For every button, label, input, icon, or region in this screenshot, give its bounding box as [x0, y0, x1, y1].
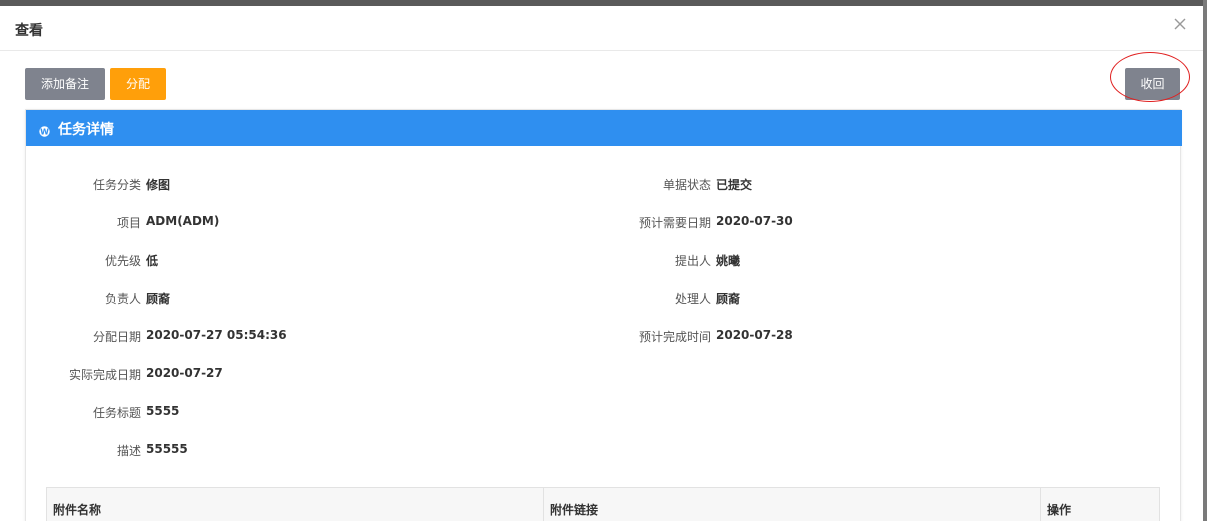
field-value-assign-date: 2020-07-27 05:54:36: [146, 328, 287, 342]
field-value-status: 已提交: [716, 178, 753, 192]
field-value-task-title: 5555: [146, 404, 180, 418]
field-value-description: 55555: [146, 442, 188, 456]
panel-header: W 任务详情: [26, 110, 1182, 146]
field-label-expected-date: 预计需要日期: [638, 216, 711, 230]
field-value-category: 修图: [146, 178, 171, 192]
close-icon[interactable]: [1170, 14, 1190, 34]
field-label-project: 项目: [116, 216, 141, 230]
field-label-expected-finish: 预计完成时间: [638, 330, 711, 344]
dialog-header: 查看: [0, 6, 1203, 51]
svg-text:W: W: [40, 127, 49, 136]
field-label-priority: 优先级: [104, 254, 141, 268]
field-label-category: 任务分类: [92, 178, 141, 192]
assign-button[interactable]: 分配: [110, 68, 166, 100]
field-label-requester: 提出人: [674, 254, 711, 268]
add-note-button[interactable]: 添加备注: [25, 68, 105, 100]
column-header-attachment-name: 附件名称: [47, 488, 544, 521]
field-value-priority: 低: [146, 254, 159, 268]
withdraw-button[interactable]: 收回: [1125, 68, 1180, 100]
field-label-owner: 负责人: [104, 292, 141, 306]
task-detail-panel: W 任务详情 任务分类 修图 项目 ADM(ADM) 优先级 低 负责人 顾裔 …: [25, 109, 1182, 521]
field-label-status: 单据状态: [662, 178, 711, 192]
field-value-actual-finish: 2020-07-27: [146, 366, 223, 380]
attachment-table: 附件名称 附件链接 操作: [46, 487, 1160, 521]
backdrop: [1203, 0, 1207, 521]
dialog-title: 查看: [15, 23, 43, 39]
field-label-handler: 处理人: [674, 292, 711, 306]
field-value-handler: 顾裔: [716, 292, 741, 306]
column-header-attachment-link: 附件链接: [544, 488, 1041, 521]
wordpress-icon: W: [39, 122, 50, 137]
panel-title: 任务详情: [58, 122, 114, 138]
field-value-owner: 顾裔: [146, 292, 171, 306]
column-header-actions: 操作: [1047, 503, 1072, 517]
field-value-expected-finish: 2020-07-28: [716, 328, 793, 342]
field-label-assign-date: 分配日期: [92, 330, 141, 344]
field-value-expected-date: 2020-07-30: [716, 214, 793, 228]
field-value-requester: 姚曦: [716, 254, 741, 268]
field-label-description: 描述: [116, 444, 141, 458]
field-value-project: ADM(ADM): [146, 214, 220, 228]
view-dialog: 查看 添加备注 分配 收回 W 任务详情 任务分类 修图 项目 ADM(ADM)…: [0, 6, 1203, 521]
field-label-task-title: 任务标题: [92, 406, 141, 420]
field-label-actual-finish: 实际完成日期: [68, 368, 141, 382]
